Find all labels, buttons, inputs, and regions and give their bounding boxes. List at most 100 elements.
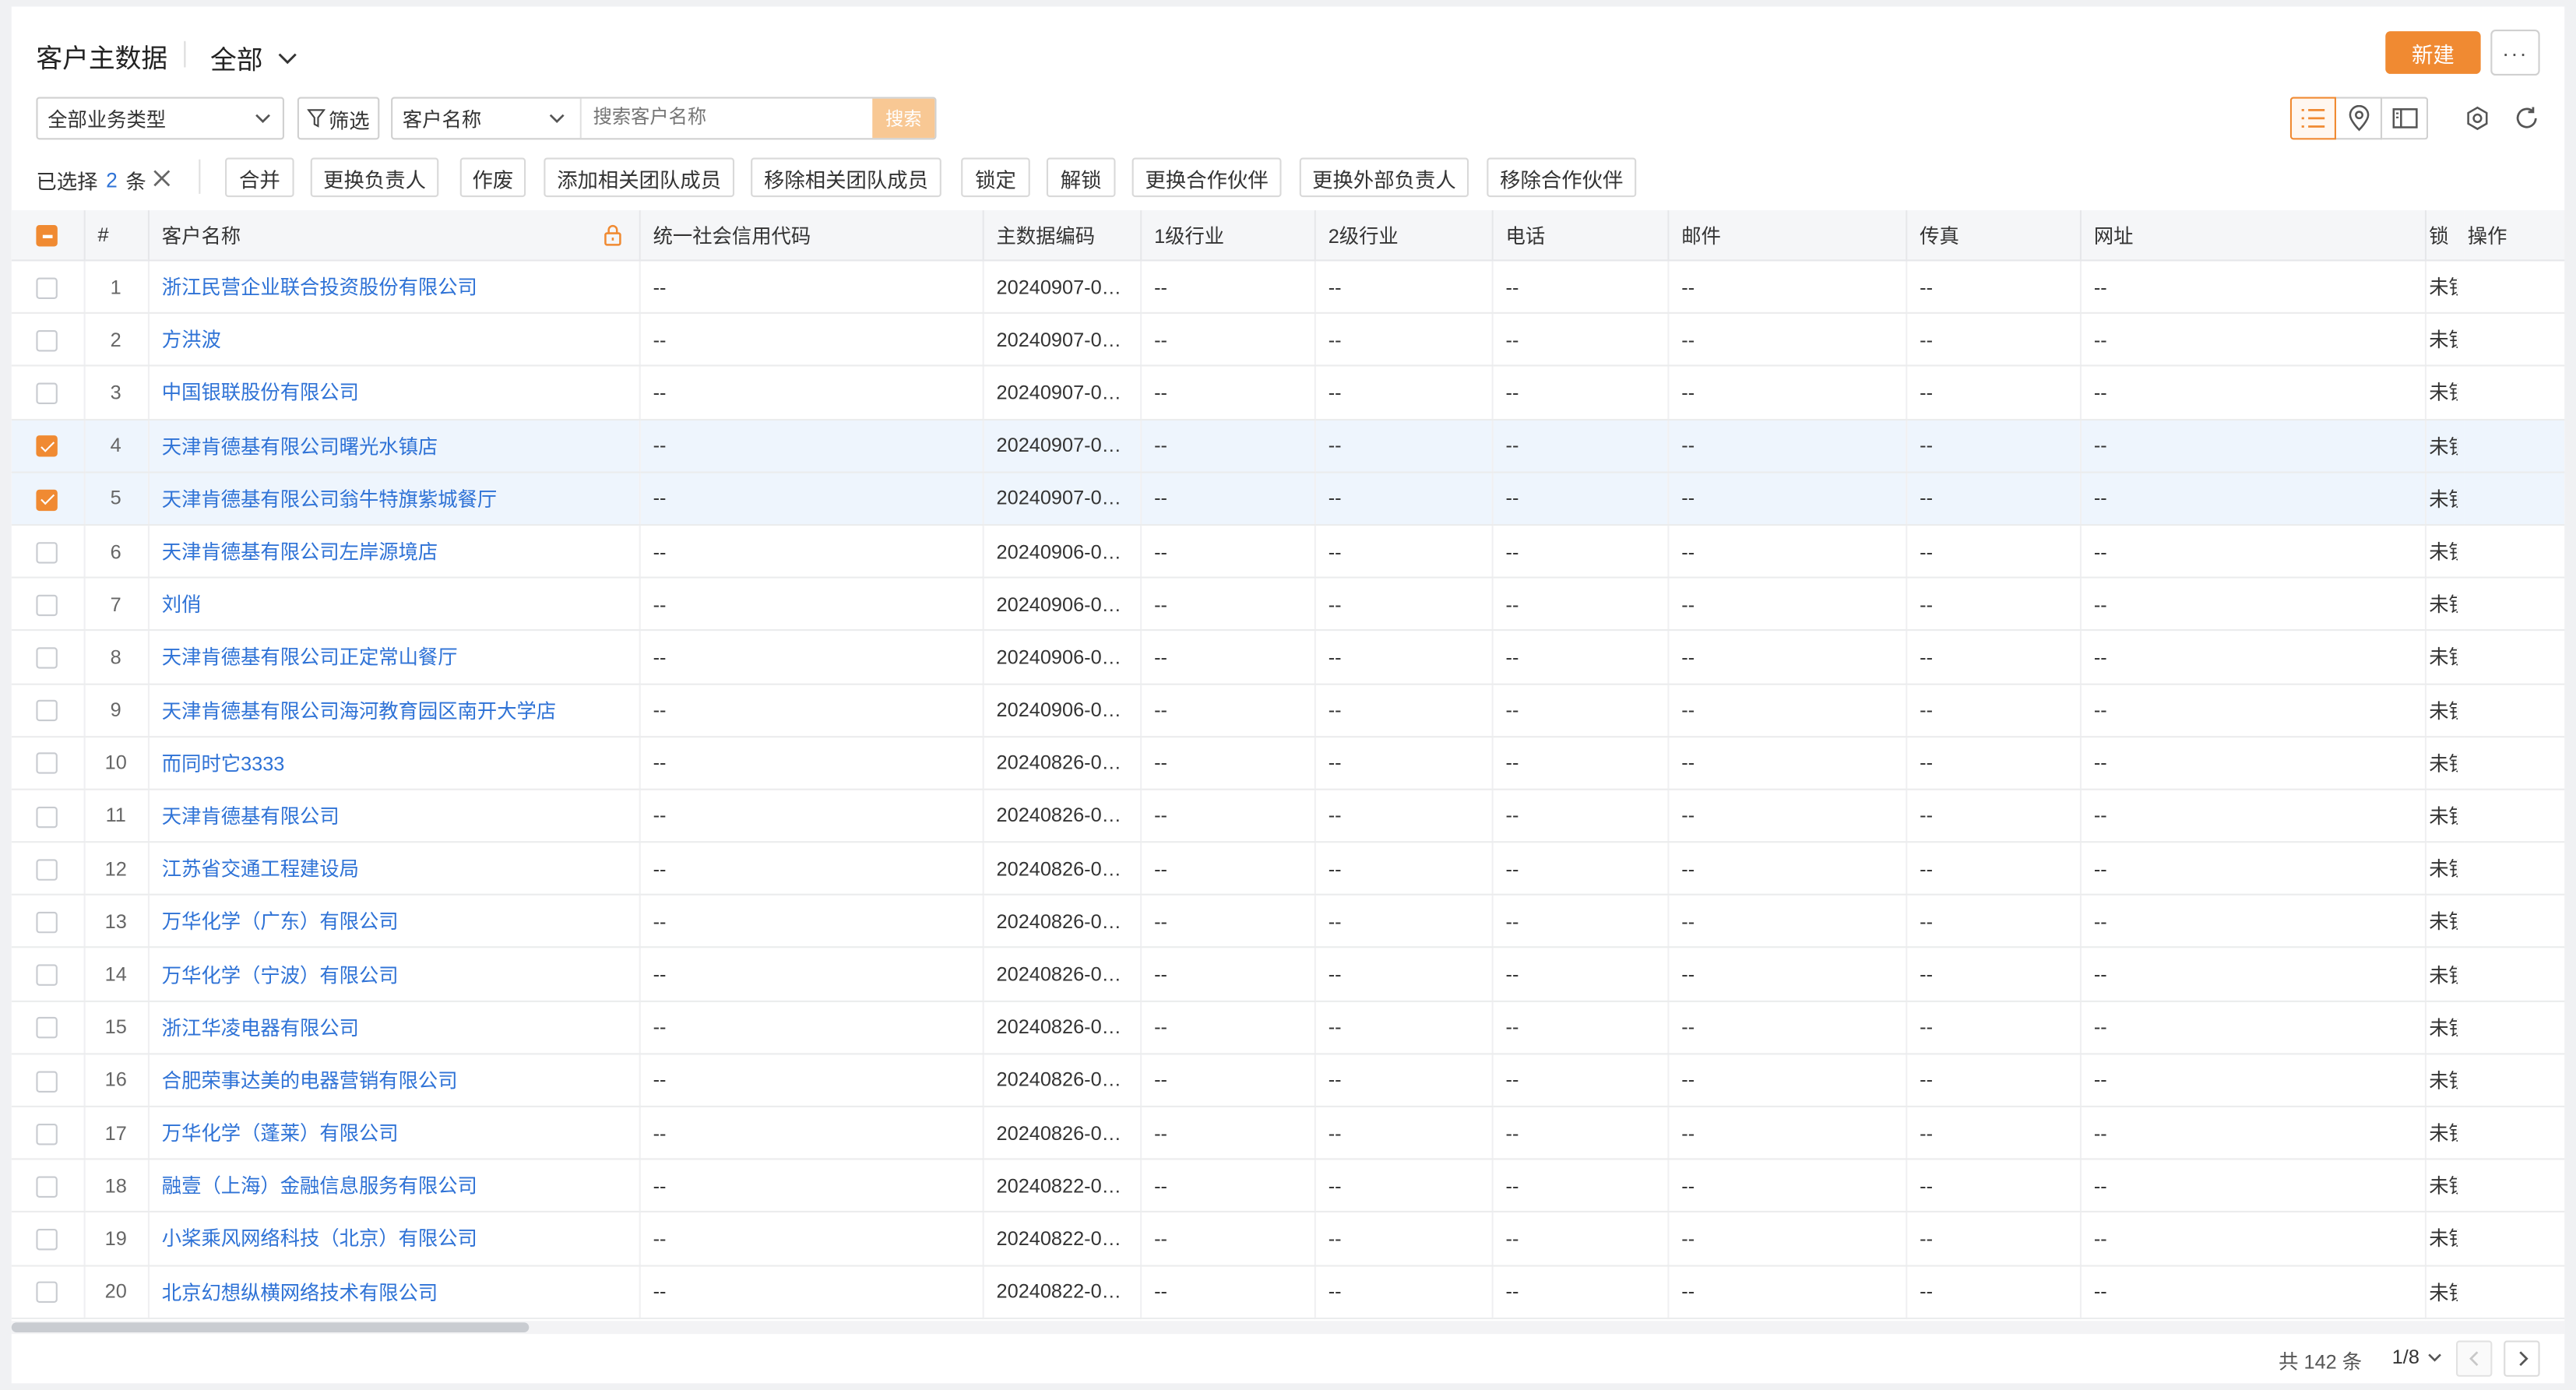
- table-row[interactable]: 10而同时它3333--20240826-0…------------未锁定: [11, 736, 2565, 790]
- row-select-cell[interactable]: [11, 789, 85, 843]
- row-checkbox[interactable]: [36, 1229, 58, 1251]
- void-button[interactable]: 作废: [459, 157, 526, 198]
- cell-customer-name[interactable]: 天津肯德基有限公司曙光水镇店: [147, 419, 640, 473]
- cell-customer-name[interactable]: 万华化学（蓬莱）有限公司: [147, 1106, 640, 1160]
- table-row[interactable]: 6 天津肯德基有限公司左岸源境店 -- 20240906-0… -- -- -- -- -- --…: [11, 524, 2565, 579]
- row-checkbox[interactable]: [36, 753, 58, 775]
- cell-customer-name[interactable]: 方洪波: [147, 313, 640, 368]
- row-checkbox[interactable]: [36, 700, 58, 722]
- refresh-button[interactable]: [2504, 97, 2550, 139]
- cell-customer-name[interactable]: 万华化学（广东）有限公司: [147, 895, 640, 949]
- row-checkbox[interactable]: [36, 1282, 58, 1304]
- next-page-button[interactable]: [2504, 1340, 2540, 1377]
- cell-customer-name[interactable]: 江苏省交通工程建设局: [147, 842, 640, 896]
- table-row[interactable]: 14 万华化学（宁波）有限公司 -- 20240826-0… -- -- -- -- -- -- 未…: [11, 948, 2565, 1002]
- row-select-cell[interactable]: [11, 260, 85, 315]
- add-team-member-button[interactable]: 添加相关团队成员: [544, 157, 735, 198]
- row-checkbox[interactable]: [36, 806, 58, 828]
- row-select-cell[interactable]: [11, 1001, 85, 1055]
- cell-customer-name[interactable]: 天津肯德基有限公司正定常山餐厅: [147, 630, 640, 684]
- settings-button[interactable]: [2455, 97, 2500, 139]
- row-checkbox[interactable]: [36, 647, 58, 669]
- clear-selection-button[interactable]: [150, 166, 173, 189]
- table-row[interactable]: 8 天津肯德基有限公司正定常山餐厅 -- 20240906-0… -- -- -- -- -- -…: [11, 630, 2565, 684]
- table-row[interactable]: 20 北京幻想纵横网络技术有限公司 -- 20240822-0… -- -- -- -- -- -…: [11, 1265, 2565, 1319]
- row-select-cell[interactable]: [11, 577, 85, 632]
- scrollbar-thumb[interactable]: [11, 1322, 530, 1332]
- row-checkbox[interactable]: [36, 1176, 58, 1198]
- table-row[interactable]: 19 小桨乘风网络科技（北京）有限公司 -- 20240822-0… -- -- -- -- -…: [11, 1212, 2565, 1266]
- row-select-cell[interactable]: [11, 895, 85, 949]
- row-select-cell[interactable]: [11, 313, 85, 368]
- table-row[interactable]: 9 天津肯德基有限公司海河教育园区南开大学店 -- 20240906-0… -- -- --…: [11, 683, 2565, 737]
- view-selector[interactable]: 全部: [210, 38, 299, 78]
- row-checkbox[interactable]: [36, 329, 58, 352]
- col-email[interactable]: 邮件: [1667, 210, 1907, 262]
- col-industry-1[interactable]: 1级行业: [1140, 210, 1315, 262]
- row-checkbox[interactable]: [36, 382, 58, 405]
- col-website[interactable]: 网址: [2079, 210, 2426, 262]
- remove-team-member-button[interactable]: 移除相关团队成员: [751, 157, 941, 198]
- cell-customer-name[interactable]: 浙江华凌电器有限公司: [147, 1001, 640, 1055]
- row-checkbox[interactable]: [36, 858, 58, 881]
- row-checkbox[interactable]: [36, 911, 58, 934]
- cell-customer-name[interactable]: 天津肯德基有限公司翁牛特旗紫城餐厅: [147, 472, 640, 526]
- col-industry-2[interactable]: 2级行业: [1314, 210, 1493, 262]
- col-phone[interactable]: 电话: [1491, 210, 1669, 262]
- map-view-button[interactable]: [2335, 97, 2383, 140]
- col-credit-code[interactable]: 统一社会信用代码: [639, 210, 984, 262]
- cell-customer-name[interactable]: 北京幻想纵横网络技术有限公司: [147, 1265, 640, 1319]
- table-row[interactable]: 7刘俏--20240906-0…------------未锁定: [11, 577, 2565, 632]
- select-all-cell[interactable]: [11, 210, 85, 262]
- row-select-cell[interactable]: [11, 1212, 85, 1266]
- cell-customer-name[interactable]: 小桨乘风网络科技（北京）有限公司: [147, 1212, 640, 1266]
- row-select-cell[interactable]: [11, 419, 85, 473]
- row-checkbox[interactable]: [36, 1070, 58, 1093]
- table-row[interactable]: 13 万华化学（广东）有限公司 -- 20240826-0… -- -- -- -- -- -- 未…: [11, 895, 2565, 949]
- row-select-cell[interactable]: [11, 1159, 85, 1213]
- row-select-cell[interactable]: [11, 524, 85, 579]
- row-select-cell[interactable]: [11, 1265, 85, 1319]
- more-button[interactable]: ···: [2490, 29, 2540, 76]
- table-row[interactable]: 11天津肯德基有限公司--20240826-0…------------未锁定: [11, 789, 2565, 843]
- cell-customer-name[interactable]: 万华化学（宁波）有限公司: [147, 948, 640, 1002]
- row-checkbox[interactable]: [36, 435, 58, 458]
- cell-customer-name[interactable]: 融壹（上海）金融信息服务有限公司: [147, 1159, 640, 1213]
- change-external-owner-button[interactable]: 更换外部负责人: [1299, 157, 1469, 198]
- row-select-cell[interactable]: [11, 842, 85, 896]
- cell-customer-name[interactable]: 天津肯德基有限公司左岸源境店: [147, 524, 640, 579]
- lock-button[interactable]: 锁定: [961, 157, 1030, 198]
- new-button[interactable]: 新建: [2385, 31, 2481, 74]
- select-all-checkbox[interactable]: [36, 225, 58, 247]
- page-selector[interactable]: 1/8: [2392, 1346, 2443, 1368]
- table-row[interactable]: 18 融壹（上海）金融信息服务有限公司 -- 20240822-0… -- -- -- -- -…: [11, 1159, 2565, 1213]
- row-select-cell[interactable]: [11, 736, 85, 790]
- row-select-cell[interactable]: [11, 683, 85, 737]
- cell-customer-name[interactable]: 中国银联股份有限公司: [147, 366, 640, 421]
- horizontal-scrollbar[interactable]: [11, 1321, 2565, 1335]
- table-row[interactable]: 2方洪波--20240907-0…------------未锁定: [11, 313, 2565, 368]
- row-checkbox[interactable]: [36, 277, 58, 299]
- col-customer-name[interactable]: 客户名称: [147, 210, 640, 262]
- table-row[interactable]: 1 浙江民营企业联合投资股份有限公司 -- 20240907-0… -- -- -- -- --…: [11, 260, 2565, 315]
- col-lock[interactable]: 锁: [2424, 210, 2465, 262]
- unlock-button[interactable]: 解锁: [1046, 157, 1116, 198]
- business-type-select[interactable]: 全部业务类型: [36, 97, 284, 140]
- merge-button[interactable]: 合并: [225, 157, 294, 198]
- table-row[interactable]: 15浙江华凌电器有限公司--20240826-0…------------未锁定: [11, 1001, 2565, 1055]
- table-row[interactable]: 16 合肥荣事达美的电器营销有限公司 -- 20240826-0… -- -- -- -- --…: [11, 1053, 2565, 1107]
- row-select-cell[interactable]: [11, 948, 85, 1002]
- row-select-cell[interactable]: [11, 366, 85, 421]
- row-select-cell[interactable]: [11, 1106, 85, 1160]
- row-checkbox[interactable]: [36, 594, 58, 616]
- row-checkbox[interactable]: [36, 541, 58, 563]
- table-row[interactable]: 5 天津肯德基有限公司翁牛特旗紫城餐厅 -- 20240907-0… -- -- -- -- -…: [11, 472, 2565, 526]
- cell-customer-name[interactable]: 天津肯德基有限公司: [147, 789, 640, 843]
- change-owner-button[interactable]: 更换负责人: [310, 157, 439, 198]
- table-row[interactable]: 4 天津肯德基有限公司曙光水镇店 -- 20240907-0… -- -- -- -- -- --…: [11, 419, 2565, 473]
- cell-customer-name[interactable]: 合肥荣事达美的电器营销有限公司: [147, 1053, 640, 1107]
- table-row[interactable]: 3中国银联股份有限公司--20240907-0…------------未锁定: [11, 366, 2565, 421]
- cell-customer-name[interactable]: 天津肯德基有限公司海河教育园区南开大学店: [147, 683, 640, 737]
- filter-button[interactable]: 筛选: [297, 97, 380, 140]
- row-select-cell[interactable]: [11, 630, 85, 684]
